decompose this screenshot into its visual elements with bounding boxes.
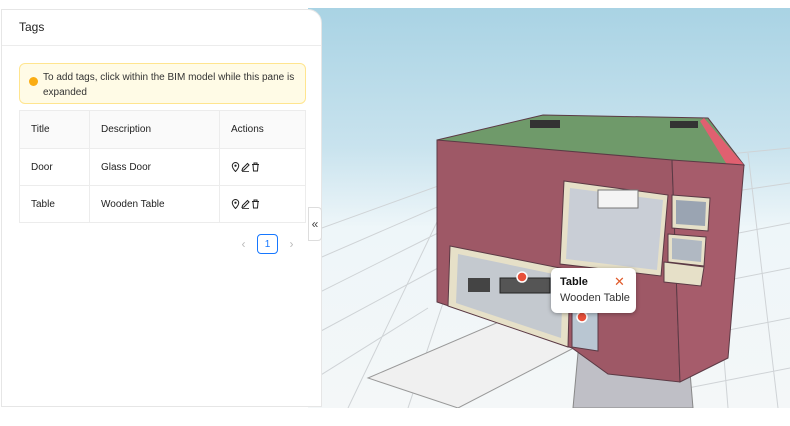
column-header-title: Title [19, 110, 90, 149]
panel-title: Tags [2, 10, 321, 46]
next-page-button[interactable]: › [286, 237, 297, 251]
furniture [597, 189, 639, 209]
delete-icon[interactable] [251, 162, 260, 172]
tag-actions [219, 185, 306, 223]
table-row[interactable]: Table Wooden Table [19, 185, 306, 223]
bim-viewport[interactable] [308, 8, 790, 408]
edit-icon[interactable] [241, 199, 250, 209]
tag-marker-table [516, 271, 528, 283]
roof-vent [530, 120, 560, 128]
tag-actions [219, 148, 306, 186]
collapse-panel-button[interactable]: « [308, 207, 322, 241]
bim-model-canvas[interactable] [308, 8, 790, 408]
roof-vent [670, 121, 698, 128]
column-header-actions: Actions [219, 110, 306, 149]
bulb-icon [29, 77, 38, 86]
prev-page-button[interactable]: ‹ [238, 237, 249, 251]
close-icon[interactable]: ✕ [614, 275, 626, 288]
tag-title: Table [19, 185, 90, 223]
tag-description: Glass Door [89, 148, 220, 186]
edit-icon[interactable] [241, 162, 250, 172]
page-1-button[interactable]: 1 [257, 234, 278, 254]
table-header-row: Title Description Actions [19, 110, 306, 149]
tooltip-description: Wooden Table [560, 292, 630, 304]
tag-tooltip: Table Wooden Table ✕ [551, 268, 636, 313]
table-row[interactable]: Door Glass Door [19, 148, 306, 186]
locate-icon[interactable] [231, 199, 240, 209]
locate-icon[interactable] [231, 162, 240, 172]
info-notice: To add tags, click within the BIM model … [19, 63, 306, 104]
tags-table: Title Description Actions Door Glass Doo… [19, 110, 306, 223]
pagination: ‹ 1 › [238, 234, 297, 254]
notice-text: To add tags, click within the BIM model … [43, 72, 295, 98]
tag-marker-door [576, 311, 588, 323]
column-header-description: Description [89, 110, 220, 149]
delete-icon[interactable] [251, 199, 260, 209]
tag-description: Wooden Table [89, 185, 220, 223]
tags-panel: Tags To add tags, click within the BIM m… [1, 9, 322, 407]
tag-title: Door [19, 148, 90, 186]
